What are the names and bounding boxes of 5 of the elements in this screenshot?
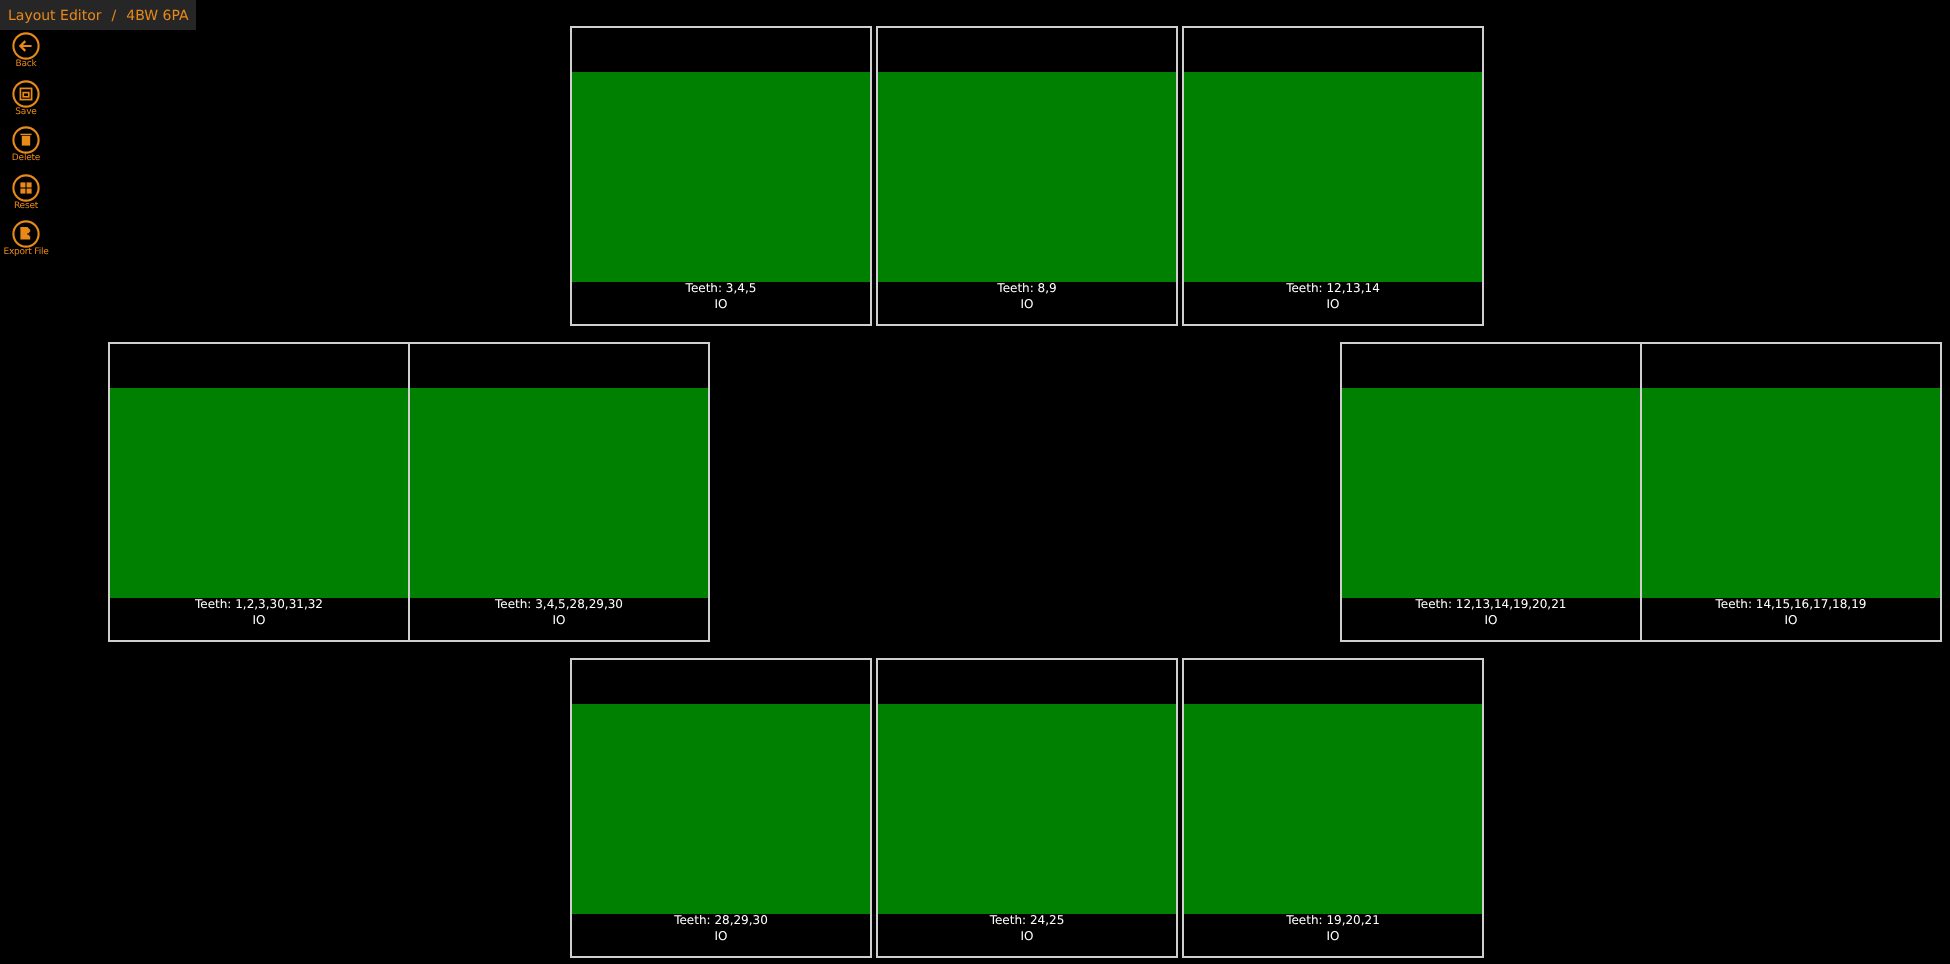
export-icon[interactable] bbox=[12, 220, 40, 248]
back-icon[interactable] bbox=[12, 32, 40, 60]
save-icon[interactable] bbox=[12, 79, 40, 107]
delete-icon[interactable] bbox=[12, 126, 40, 154]
reset-icon[interactable] bbox=[12, 173, 40, 201]
